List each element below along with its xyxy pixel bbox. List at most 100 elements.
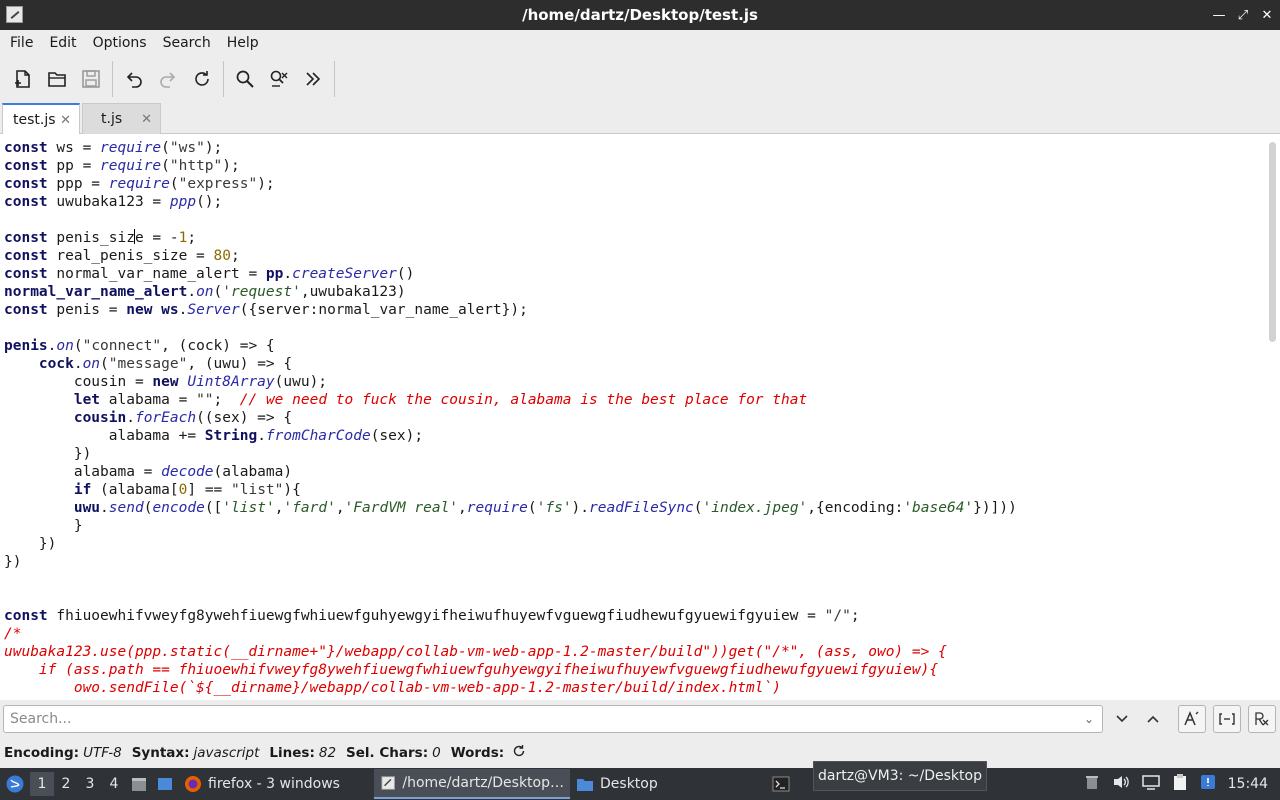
tab-label: test.js: [13, 112, 56, 128]
match-case-toggle[interactable]: [1178, 705, 1206, 733]
code-line[interactable]: let alabama = ""; // we need to fuck the…: [4, 391, 1254, 409]
code-line[interactable]: /*: [4, 625, 1254, 643]
find-previous-button[interactable]: [1142, 708, 1164, 730]
start-menu-icon: [6, 775, 24, 793]
workspace-2[interactable]: 2: [54, 772, 78, 796]
menu-file[interactable]: File: [2, 35, 41, 51]
update-notification-icon[interactable]: [1200, 774, 1216, 794]
save-button[interactable]: [74, 62, 108, 96]
code-line[interactable]: const ws = require("ws");: [4, 139, 1254, 157]
redo-button[interactable]: [151, 62, 185, 96]
code-line[interactable]: cousin = new Uint8Array(uwu);: [4, 373, 1254, 391]
code-line[interactable]: uwu.send(encode(['list','fard','FardVM r…: [4, 499, 1254, 517]
code-line[interactable]: const real_penis_size = 80;: [4, 247, 1254, 265]
regex-icon: [1255, 712, 1269, 726]
redo-icon: [160, 72, 176, 88]
menu-help[interactable]: Help: [219, 35, 267, 51]
start-menu-button[interactable]: [0, 768, 30, 800]
code-line[interactable]: const penis = new ws.Server({server:norm…: [4, 301, 1254, 319]
code-line[interactable]: }): [4, 445, 1254, 463]
double-chevron-right-icon: [306, 72, 321, 86]
trash-icon[interactable]: [1084, 774, 1100, 794]
code-line[interactable]: }): [4, 553, 1254, 571]
code-line[interactable]: if (alabama[0] == "list"){: [4, 481, 1254, 499]
whole-word-toggle[interactable]: [1213, 705, 1241, 733]
task-label: /home/dartz/Desktop…: [402, 775, 564, 791]
menu-options[interactable]: Options: [85, 35, 155, 51]
find-button[interactable]: [228, 62, 262, 96]
code-line[interactable]: [4, 319, 1254, 337]
terminal-tooltip: dartz@VM3: ~/Desktop: [813, 761, 987, 791]
menubar: File Edit Options Search Help: [0, 30, 1280, 56]
show-desktop-button[interactable]: [152, 771, 178, 797]
code-line[interactable]: alabama += String.fromCharCode(sex);: [4, 427, 1254, 445]
code-line[interactable]: penis.on("connect", (cock) => {: [4, 337, 1254, 355]
code-line[interactable]: cousin.forEach((sex) => {: [4, 409, 1254, 427]
code-line[interactable]: const fhiuoewhifvweyfg8ywehfiuewgfwhiuew…: [4, 607, 1254, 625]
folder-open-icon: [48, 72, 66, 87]
clipboard-icon[interactable]: [1172, 773, 1188, 795]
vertical-scrollbar[interactable]: [1269, 142, 1276, 342]
code-line[interactable]: const pp = require("http");: [4, 157, 1254, 175]
display-icon[interactable]: [1141, 774, 1160, 794]
maximize-icon[interactable]: ⤢: [1236, 8, 1250, 23]
toolbar-separator: [223, 61, 224, 97]
close-icon[interactable]: ✕: [1260, 8, 1274, 23]
menu-edit[interactable]: Edit: [41, 35, 84, 51]
window-title: /home/dartz/Desktop/test.js: [522, 6, 758, 24]
minimize-icon[interactable]: —: [1212, 8, 1226, 23]
reload-icon: [195, 71, 209, 86]
code-line[interactable]: alabama = decode(alabama): [4, 463, 1254, 481]
workspace-4[interactable]: 4: [102, 772, 126, 796]
regex-toggle[interactable]: [1248, 705, 1276, 733]
file-manager-launcher[interactable]: [126, 771, 152, 797]
chevron-down-icon[interactable]: ⌄: [1084, 712, 1094, 726]
undo-button[interactable]: [117, 62, 151, 96]
code-line[interactable]: const penis_size = -1;: [4, 229, 1254, 247]
tab-test-js[interactable]: test.js ✕: [2, 103, 80, 135]
workspace-1[interactable]: 1: [30, 772, 54, 796]
menu-search[interactable]: Search: [155, 35, 219, 51]
task-editor[interactable]: /home/dartz/Desktop…: [374, 769, 570, 799]
workspace-3[interactable]: 3: [78, 772, 102, 796]
goto-line-button[interactable]: [296, 62, 330, 96]
encoding-value: UTF-8: [83, 745, 122, 761]
code-line[interactable]: uwubaka123.use(ppp.static(__dirname+"}/w…: [4, 643, 1254, 661]
whole-word-icon: [1219, 713, 1235, 725]
lines-value: 82: [318, 745, 337, 761]
tab-t-js[interactable]: t.js ✕: [82, 103, 161, 134]
volume-icon[interactable]: [1112, 774, 1130, 794]
close-icon[interactable]: ✕: [60, 113, 71, 128]
task-desktop-folder[interactable]: Desktop: [570, 769, 766, 799]
window-titlebar: /home/dartz/Desktop/test.js — ⤢ ✕: [0, 0, 1280, 30]
code-line[interactable]: normal_var_name_alert.on('request',uwuba…: [4, 283, 1254, 301]
code-line[interactable]: const normal_var_name_alert = pp.createS…: [4, 265, 1254, 283]
code-line[interactable]: }): [4, 535, 1254, 553]
task-firefox[interactable]: firefox - 3 windows: [178, 769, 374, 799]
code-text[interactable]: const ws = require("ws"); const pp = requ…: [4, 139, 1254, 697]
code-line[interactable]: if (ass.path == fhiuoewhifvweyfg8ywehfiu…: [4, 661, 1254, 679]
new-file-button[interactable]: [6, 62, 40, 96]
code-editor[interactable]: const ws = require("ws"); const pp = requ…: [0, 134, 1280, 700]
refresh-word-count-button[interactable]: [512, 744, 526, 762]
search-icon: [236, 70, 254, 88]
code-line[interactable]: }: [4, 517, 1254, 535]
code-line[interactable]: [4, 211, 1254, 229]
task-terminal[interactable]: [766, 769, 796, 799]
find-next-button[interactable]: [1111, 708, 1133, 730]
clock[interactable]: 15:44: [1228, 776, 1268, 792]
desktop-icon: [158, 778, 172, 790]
code-line[interactable]: [4, 571, 1254, 589]
reload-button[interactable]: [185, 62, 219, 96]
open-file-button[interactable]: [40, 62, 74, 96]
code-line[interactable]: const uwubaka123 = ppp();: [4, 193, 1254, 211]
code-line[interactable]: owo.sendFile(`${__dirname}/webapp/collab…: [4, 679, 1254, 697]
sel-chars-value: 0: [432, 745, 441, 761]
code-line[interactable]: [4, 589, 1254, 607]
chevron-up-icon: [1147, 715, 1159, 723]
code-line[interactable]: cock.on("message", (uwu) => {: [4, 355, 1254, 373]
find-replace-button[interactable]: [262, 62, 296, 96]
search-input[interactable]: [3, 705, 1103, 733]
code-line[interactable]: const ppp = require("express");: [4, 175, 1254, 193]
close-icon[interactable]: ✕: [141, 112, 152, 127]
